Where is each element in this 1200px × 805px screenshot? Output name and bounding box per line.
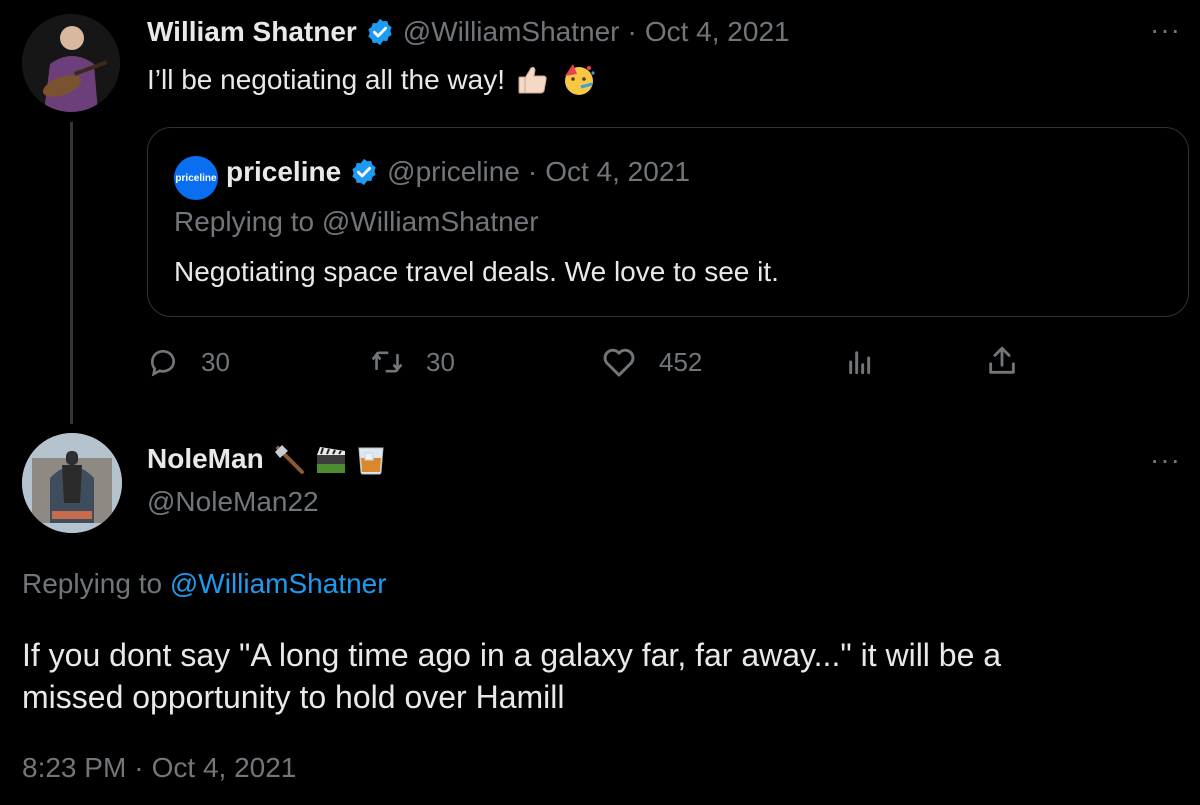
avatar-noleman-image bbox=[22, 433, 122, 533]
tweet-date[interactable]: Oct 4, 2021 bbox=[152, 752, 297, 784]
more-options-icon[interactable]: ··· bbox=[1150, 14, 1181, 46]
like-button[interactable]: 452 bbox=[601, 346, 702, 378]
avatar-shatner-image bbox=[22, 14, 120, 112]
quote-author-name[interactable]: priceline bbox=[226, 156, 341, 188]
author-name[interactable]: William Shatner bbox=[147, 16, 357, 48]
verified-badge-icon bbox=[352, 158, 376, 186]
share-icon bbox=[989, 346, 1015, 374]
verified-badge-icon bbox=[368, 18, 392, 46]
priceline-avatar[interactable]: priceline bbox=[174, 156, 218, 200]
quote-author-handle[interactable]: @priceline bbox=[387, 156, 520, 188]
party-face-icon bbox=[565, 64, 595, 95]
like-count: 452 bbox=[659, 346, 703, 377]
quote-replying-to: Replying to @WilliamShatner bbox=[174, 206, 539, 237]
tweet2-text: If you dont say "A long time ago in a ga… bbox=[22, 634, 1001, 718]
tweet-text-line: missed opportunity to hold over Hamill bbox=[22, 679, 565, 715]
replying-to-label: Replying to bbox=[22, 568, 163, 599]
more-options-icon[interactable]: ··· bbox=[1150, 444, 1181, 476]
heart-icon bbox=[603, 348, 635, 377]
tweet2-timestamp: 8:23 PM · Oct 4, 2021 bbox=[22, 752, 296, 784]
tweet1-body: I’ll be negotiating all the way! bbox=[147, 62, 597, 98]
avatar[interactable] bbox=[22, 433, 122, 533]
quote-date[interactable]: Oct 4, 2021 bbox=[545, 156, 690, 188]
separator: · bbox=[527, 156, 538, 187]
avatar[interactable] bbox=[22, 14, 120, 112]
tweet-date[interactable]: Oct 4, 2021 bbox=[645, 16, 790, 48]
quote-header: priceline @priceline · Oct 4, 2021 bbox=[226, 156, 690, 188]
reply-icon bbox=[150, 349, 175, 377]
retweet-icon bbox=[371, 351, 403, 373]
replying-to-handle-link[interactable]: @WilliamShatner bbox=[170, 568, 387, 599]
retweet-button[interactable]: 30 bbox=[370, 346, 455, 378]
quoted-tweet-card[interactable]: priceline priceline @priceline · Oct 4, … bbox=[147, 127, 1189, 317]
reply-count: 30 bbox=[201, 346, 230, 377]
tweet-text: I’ll be negotiating all the way! bbox=[147, 64, 505, 95]
tweet-text-line: If you dont say "A long time ago in a ga… bbox=[22, 637, 1002, 673]
priceline-avatar-logo: priceline bbox=[175, 172, 217, 184]
quote-text: Negotiating space travel deals. We love … bbox=[174, 256, 779, 287]
views-button[interactable] bbox=[843, 346, 877, 378]
author-handle[interactable]: @WilliamShatner bbox=[403, 16, 620, 48]
separator: · bbox=[627, 16, 637, 47]
thread-line bbox=[70, 122, 73, 424]
share-button[interactable] bbox=[985, 344, 1019, 378]
tweet-time[interactable]: 8:23 PM bbox=[22, 752, 126, 784]
author-handle[interactable]: @NoleMan22 bbox=[147, 486, 319, 518]
retweet-count: 30 bbox=[426, 346, 455, 377]
analytics-icon bbox=[849, 351, 871, 375]
axe-icon bbox=[274, 445, 304, 474]
tweet2-header: NoleMan bbox=[147, 442, 386, 476]
replying-to: Replying to @WilliamShatner bbox=[22, 568, 387, 600]
tweet1-header: William Shatner @WilliamShatner · Oct 4,… bbox=[147, 16, 790, 48]
clapper-icon bbox=[316, 447, 345, 473]
whiskey-glass-icon bbox=[358, 447, 384, 475]
separator: · bbox=[134, 752, 144, 783]
author-name[interactable]: NoleMan bbox=[147, 443, 264, 475]
reply-button[interactable]: 30 bbox=[147, 346, 230, 378]
thumbs-up-icon bbox=[518, 66, 547, 94]
